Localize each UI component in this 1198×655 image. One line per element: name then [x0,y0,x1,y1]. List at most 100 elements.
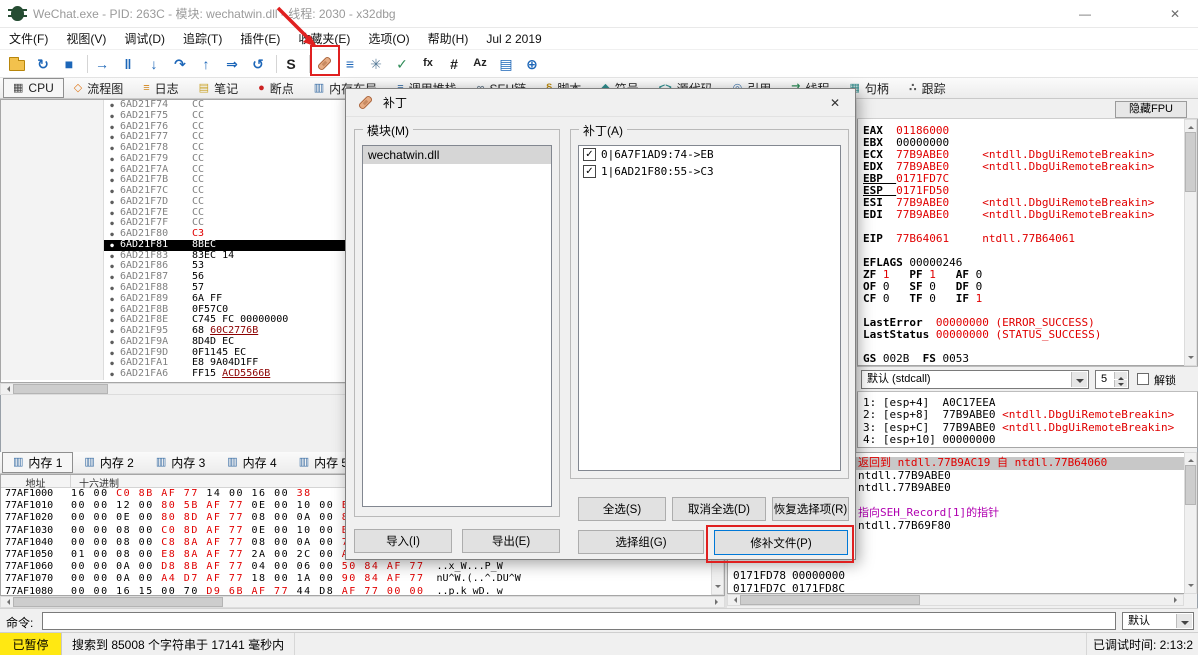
step-into-icon[interactable]: ↓ [143,53,165,75]
menu-item-1[interactable]: 视图(V) [57,27,115,50]
hash-icon[interactable]: # [443,53,465,75]
scroll-down-icon[interactable] [712,582,723,594]
unlock-checkbox[interactable] [1137,373,1149,385]
select-all-button[interactable]: 全选(S) [578,497,666,521]
menu-item-5[interactable]: 收藏夹(E) [289,27,359,50]
stack-row[interactable]: 0171FD7C 0171FD8C [728,582,1197,593]
patch-icon[interactable] [313,53,335,75]
scroll-left-icon[interactable] [1,597,13,607]
scrollbar-thumb[interactable] [1185,465,1196,505]
scroll-left-icon[interactable] [1,384,13,394]
spin-up-icon[interactable] [1114,372,1127,380]
dialog-close-button[interactable]: ✕ [815,89,855,117]
argument-line[interactable]: 4: [esp+10] 00000000 [863,433,1197,446]
step-over-icon[interactable]: ↷ [169,53,191,75]
menu-item-3[interactable]: 追踪(T) [174,27,231,50]
memtab-1[interactable]: ▥ 内存 1 [2,452,74,473]
stop-icon[interactable]: ■ [58,53,80,75]
scroll-up-icon[interactable] [1185,453,1196,465]
back-icon[interactable]: ↺ [247,53,269,75]
open-file-icon[interactable] [6,53,28,75]
patch-item[interactable]: ✓ 0|6A7F1AD9:74->EB [579,146,840,163]
scrollbar-thumb[interactable] [13,384,108,394]
tab-trace[interactable]: ∴ 跟踪 [899,78,956,98]
module-list[interactable]: wechatwin.dll [362,145,552,507]
minimize-button[interactable]: — [1062,0,1108,28]
scrollbar-track[interactable] [13,597,712,607]
command-profile-select[interactable]: 默认 [1122,612,1194,630]
register-line[interactable]: LastStatus 00000000 (STATUS_SUCCESS) [863,329,1197,341]
tab-breakpoints[interactable]: ● 断点 [248,78,304,98]
memtab-4[interactable]: ▥ 内存 4 [216,452,287,473]
tab-graph[interactable]: ◇ 流程图 [64,78,133,98]
import-button[interactable]: 导入(I) [354,529,452,553]
scrollbar-thumb[interactable] [13,597,223,607]
menu-item-4[interactable]: 插件(E) [231,27,289,50]
argument-count-stepper[interactable]: 5 [1095,370,1129,389]
memtab-2[interactable]: ▥ 内存 2 [73,452,144,473]
menu-item-6[interactable]: 选项(O) [359,27,418,50]
fx-icon[interactable]: fx [417,53,439,75]
patch-file-button[interactable]: 修补文件(P) [714,530,848,555]
export-button[interactable]: 导出(E) [462,529,560,553]
scrollbar-thumb[interactable] [1185,132,1196,192]
dump-row[interactable]: 77AF1080 00 00 16 15 00 70 D9 6B AF 77 44… [1,586,724,596]
patch-item[interactable]: ✓ 1|6AD21F80:55->C3 [579,163,840,180]
patch-checkbox[interactable]: ✓ [583,148,596,161]
register-line[interactable]: EIP 77B64061 ntdll.77B64061 [863,233,1197,245]
scroll-left-icon[interactable] [728,595,740,605]
comments-icon[interactable]: ≡ [339,53,361,75]
deselect-all-button[interactable]: 取消全选(D) [672,497,766,521]
memtab-3[interactable]: ▥ 内存 3 [145,452,216,473]
execute-till-return-icon[interactable]: ↑ [195,53,217,75]
restore-selected-button[interactable]: 恢复选择项(R) [772,497,849,521]
menu-item-2[interactable]: 调试(D) [115,27,174,50]
stack-hscrollbar[interactable] [727,594,1184,606]
register-line[interactable]: GS 002B FS 0053 [863,353,1197,365]
registers-vscrollbar[interactable] [1184,119,1197,366]
pick-groups-button[interactable]: 选择组(G) [578,530,704,554]
gear-icon[interactable]: ✳ [365,53,387,75]
scroll-right-icon[interactable] [1171,595,1183,605]
dump-row[interactable]: 77AF1070 00 00 0A 00 A4 D7 AF 77 18 00 1A… [1,573,724,585]
menu-item-7[interactable]: 帮助(H) [419,27,478,50]
text-segment: 0E 00 10 00 [243,500,342,512]
dump-row[interactable]: 77AF1060 00 00 0A 00 D8 8B AF 77 04 00 06… [1,561,724,573]
close-button[interactable]: ✕ [1152,0,1198,28]
tab-cpu[interactable]: ▦ CPU [3,78,64,98]
scrollbar-track[interactable] [740,595,1171,605]
calling-convention-select[interactable]: 默认 (stdcall) [861,370,1089,389]
globe-icon[interactable]: ⊕ [521,53,543,75]
patch-checkbox[interactable]: ✓ [583,165,596,178]
tab-notes[interactable]: ▤ 笔记 [189,78,248,98]
patch-list[interactable]: ✓ 0|6A7F1AD9:74->EB ✓ 1|6AD21F80:55->C3 [578,145,841,471]
graph-icon[interactable]: ▤ [495,53,517,75]
scroll-down-icon[interactable] [1185,353,1196,365]
dump-hscrollbar[interactable] [0,596,725,608]
hide-fpu-button[interactable]: 隐藏FPU [1115,101,1187,118]
register-line[interactable]: CF 0 TF 0 IF 1 [863,293,1197,305]
scroll-down-icon[interactable] [1185,581,1196,593]
run-icon[interactable]: → [91,53,113,75]
instruction-dot-icon: ● [110,134,114,142]
strings-icon[interactable]: Az [469,53,491,75]
run-to-user-code-icon[interactable]: ⇒ [221,53,243,75]
scroll-right-icon[interactable] [712,597,724,607]
text-segment: CC [192,120,205,132]
restart-icon[interactable]: ↻ [32,53,54,75]
menu-item-0[interactable]: 文件(F) [0,27,57,50]
stack-vscrollbar[interactable] [1184,452,1197,594]
scylla-icon[interactable]: S [280,53,302,75]
scrollbar-thumb[interactable] [740,595,920,605]
scroll-up-icon[interactable] [1185,120,1196,132]
scrollbar-track[interactable] [1185,465,1196,581]
spin-down-icon[interactable] [1114,380,1127,387]
module-list-item[interactable]: wechatwin.dll [363,146,551,164]
pause-icon[interactable]: ‖ [117,53,139,75]
command-input[interactable] [42,612,1116,630]
check-icon[interactable]: ✓ [391,53,413,75]
tab-log[interactable]: ≡ 日志 [133,78,188,98]
scrollbar-track[interactable] [1185,132,1196,353]
patch-dialog-titlebar[interactable]: 补丁 ✕ [346,89,855,117]
register-line[interactable]: EDI 77B9ABE0 <ntdll.DbgUiRemoteBreakin> [863,209,1197,221]
